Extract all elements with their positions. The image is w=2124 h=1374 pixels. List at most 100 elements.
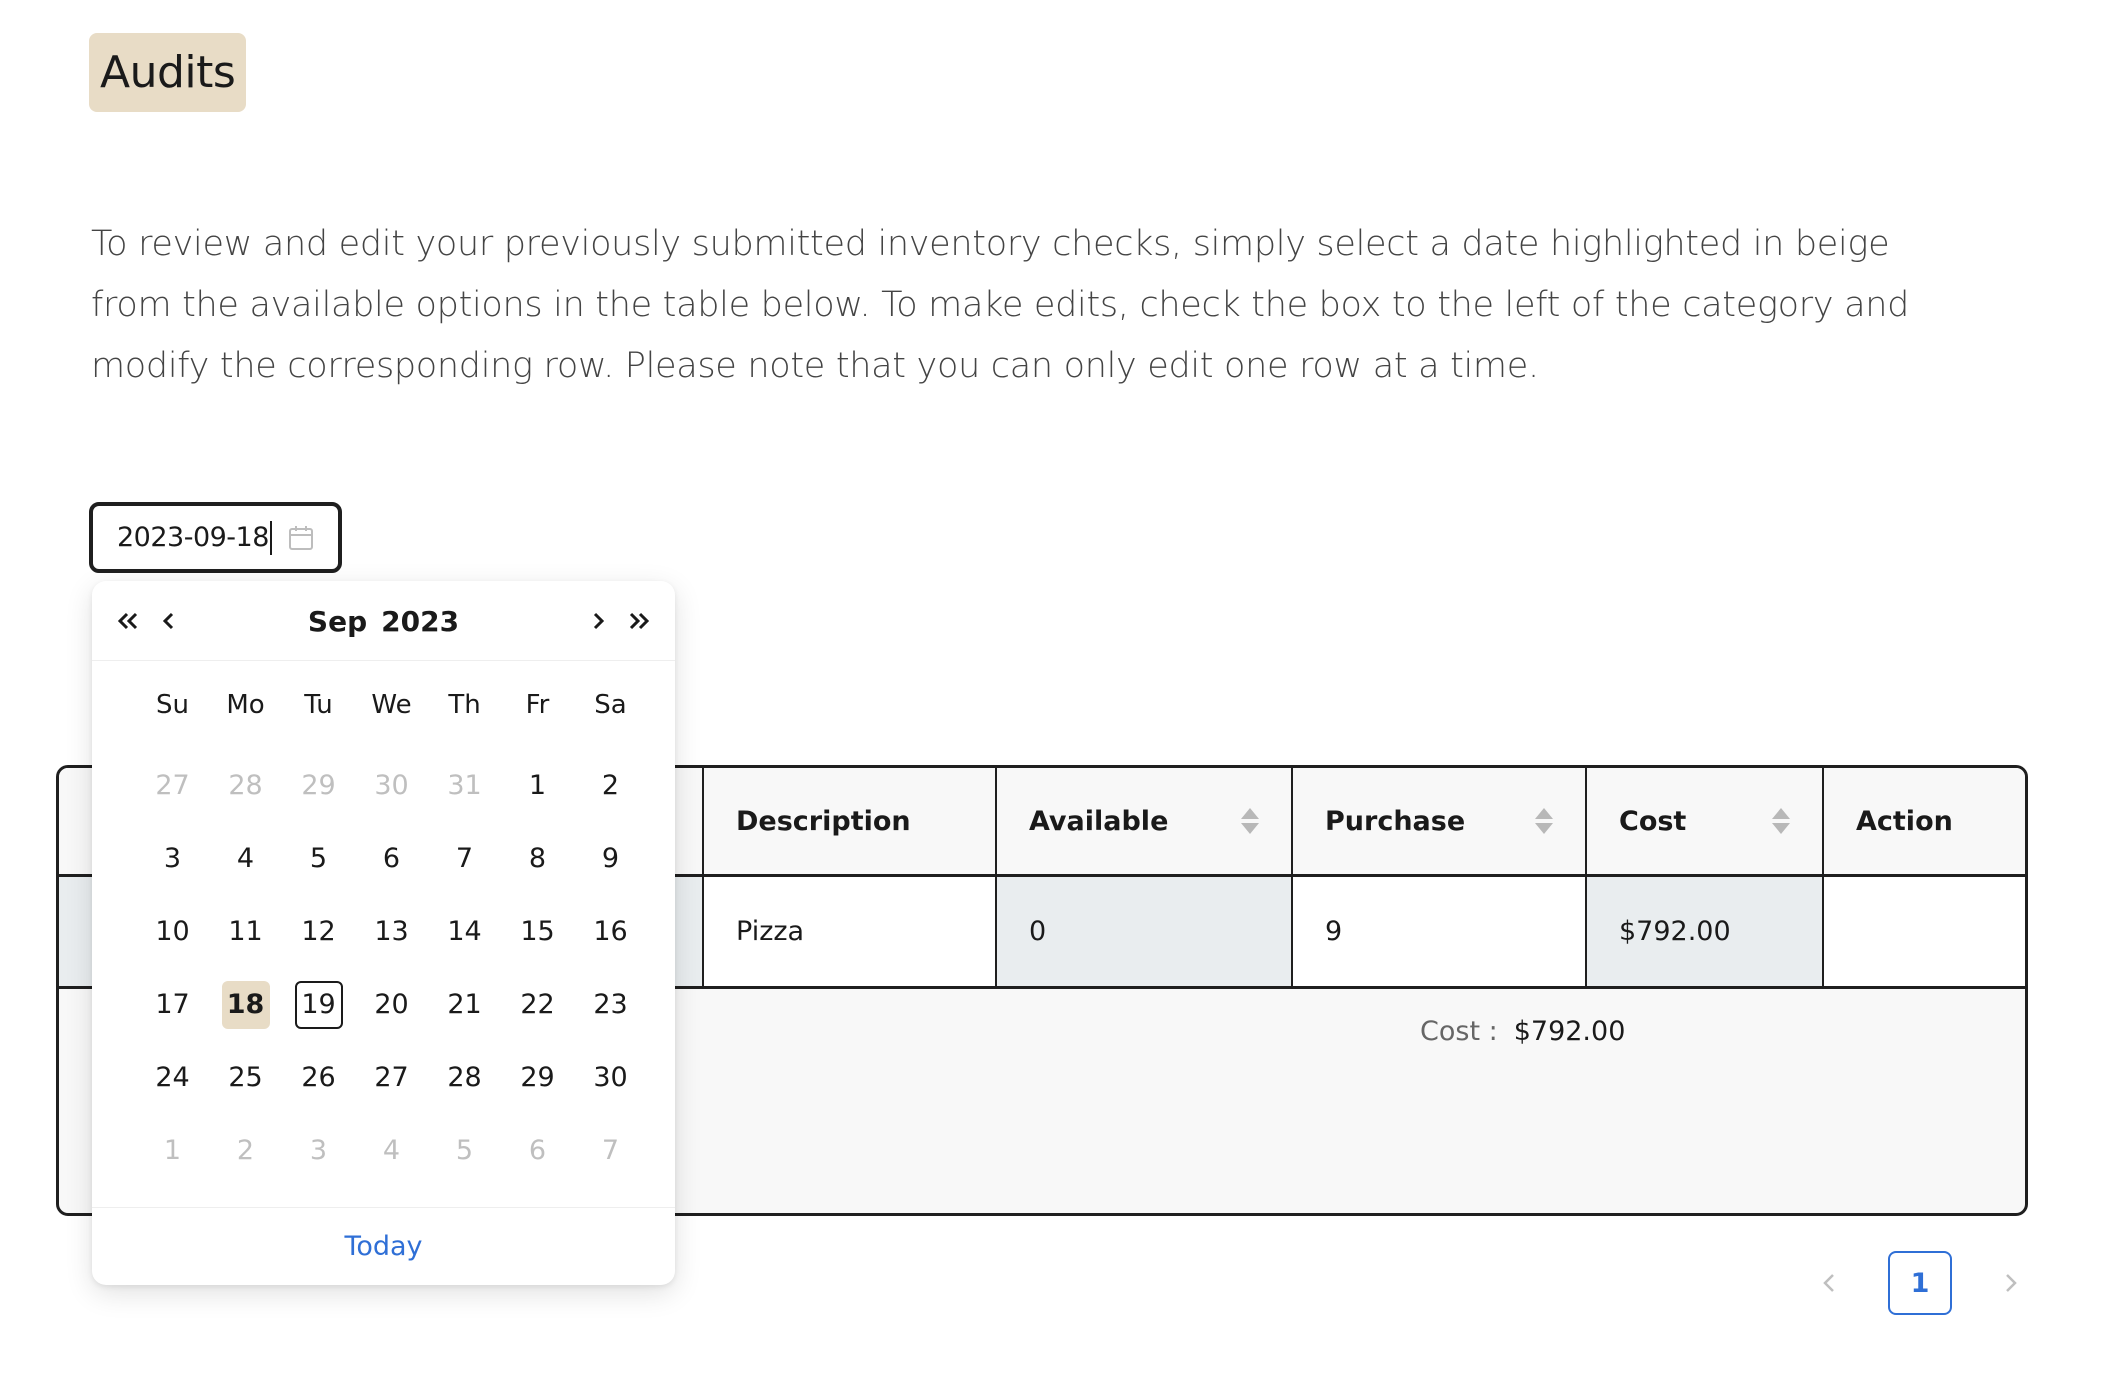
calendar-year[interactable]: 2023	[381, 605, 459, 638]
sort-icon[interactable]	[1241, 808, 1259, 834]
calendar-day-number: 23	[593, 989, 628, 1020]
header-label: Available	[1029, 805, 1169, 837]
weekday-label: We	[371, 690, 412, 720]
calendar-weekdays: Su Mo Tu We Th Fr Sa	[136, 685, 647, 725]
calendar-day[interactable]: 2	[574, 749, 647, 822]
calendar-day[interactable]: 13	[355, 895, 428, 968]
weekday-label: Fr	[525, 690, 550, 720]
calendar-day[interactable]: 27	[355, 1041, 428, 1114]
calendar-day[interactable]: 20	[355, 968, 428, 1041]
calendar-day-number: 21	[447, 989, 482, 1020]
calendar-day-number: 30	[593, 1062, 628, 1093]
calendar-day[interactable]: 26	[282, 1041, 355, 1114]
calendar-day-number: 16	[593, 916, 628, 947]
header-label: Purchase	[1325, 805, 1466, 837]
calendar-day[interactable]: 28	[428, 1041, 501, 1114]
header-action: Action	[1822, 768, 2025, 874]
calendar-day-number: 6	[382, 843, 401, 874]
calendar-day-number: 18	[221, 980, 270, 1029]
calendar-day[interactable]: 6	[501, 1114, 574, 1187]
pagination-page-current[interactable]: 1	[1888, 1251, 1952, 1315]
calendar-day[interactable]: 5	[428, 1114, 501, 1187]
calendar-day[interactable]: 16	[574, 895, 647, 968]
calendar-day[interactable]: 30	[574, 1041, 647, 1114]
calendar-day-number: 28	[447, 1062, 482, 1093]
header-available[interactable]: Available	[995, 768, 1291, 874]
calendar-day-number: 25	[228, 1062, 263, 1093]
calendar-day[interactable]: 7	[428, 822, 501, 895]
calendar-day[interactable]: 11	[209, 895, 282, 968]
calendar-day[interactable]: 22	[501, 968, 574, 1041]
calendar-day-number: 24	[155, 1062, 190, 1093]
calendar-icon[interactable]	[286, 523, 316, 553]
calendar-day-number: 20	[374, 989, 409, 1020]
pagination-prev-icon[interactable]	[1814, 1268, 1844, 1298]
calendar-day-selected[interactable]: 18	[209, 968, 282, 1041]
calendar-day[interactable]: 3	[282, 1114, 355, 1187]
calendar-day[interactable]: 23	[574, 968, 647, 1041]
calendar-day[interactable]: 29	[501, 1041, 574, 1114]
calendar-day[interactable]: 21	[428, 968, 501, 1041]
header-purchase[interactable]: Purchase	[1291, 768, 1585, 874]
sort-icon[interactable]	[1535, 808, 1553, 834]
weekday-label: Th	[448, 690, 481, 720]
header-cost[interactable]: Cost	[1585, 768, 1822, 874]
calendar-footer: Today	[92, 1207, 675, 1285]
date-input-value: 2023-09-18	[117, 522, 269, 553]
calendar-day[interactable]: 8	[501, 822, 574, 895]
calendar-day[interactable]: 4	[209, 822, 282, 895]
calendar-day[interactable]: 31	[428, 749, 501, 822]
calendar-day[interactable]: 3	[136, 822, 209, 895]
header-label: Cost	[1619, 805, 1687, 837]
calendar-day-number: 28	[228, 770, 263, 801]
calendar-day[interactable]: 12	[282, 895, 355, 968]
calendar-day-number: 26	[301, 1062, 336, 1093]
next-year-icon[interactable]	[621, 603, 657, 639]
calendar-day[interactable]: 25	[209, 1041, 282, 1114]
header-label: Action	[1856, 805, 1953, 837]
calendar-day-number: 7	[601, 1135, 620, 1166]
calendar-day[interactable]: 1	[501, 749, 574, 822]
calendar-day[interactable]: 14	[428, 895, 501, 968]
calendar-day[interactable]: 6	[355, 822, 428, 895]
today-link[interactable]: Today	[344, 1231, 422, 1262]
calendar-day-number: 29	[301, 770, 336, 801]
cell-action	[1822, 877, 2025, 986]
calendar-day[interactable]: 30	[355, 749, 428, 822]
calendar-day[interactable]: 9	[574, 822, 647, 895]
calendar-day[interactable]: 28	[209, 749, 282, 822]
calendar-day-number: 14	[447, 916, 482, 947]
calendar-day-number: 8	[528, 843, 547, 874]
calendar-day-number: 27	[374, 1062, 409, 1093]
calendar-day-number: 4	[382, 1135, 401, 1166]
calendar-day-number: 27	[155, 770, 190, 801]
calendar-day-number: 30	[374, 770, 409, 801]
pagination-next-icon[interactable]	[1996, 1268, 2026, 1298]
header-description[interactable]: Description	[702, 768, 995, 874]
calendar-day[interactable]: 4	[355, 1114, 428, 1187]
calendar-header: Sep 2023	[92, 581, 675, 661]
calendar-day[interactable]: 5	[282, 822, 355, 895]
sort-icon[interactable]	[1772, 808, 1790, 834]
calendar-day-number: 31	[447, 770, 482, 801]
calendar-day[interactable]: 15	[501, 895, 574, 968]
calendar-day[interactable]: 27	[136, 749, 209, 822]
cell-cost: $792.00	[1585, 877, 1822, 986]
cost-summary-amount: $792.00	[1513, 1016, 1626, 1047]
calendar-day[interactable]: 1	[136, 1114, 209, 1187]
date-picker-input[interactable]: 2023-09-18	[89, 502, 342, 573]
calendar-day-number: 4	[236, 843, 255, 874]
calendar-day-number: 9	[601, 843, 620, 874]
calendar-day[interactable]: 29	[282, 749, 355, 822]
calendar-day-today[interactable]: 19	[282, 968, 355, 1041]
calendar-day-number: 2	[236, 1135, 255, 1166]
next-month-icon[interactable]	[581, 603, 617, 639]
calendar-day-number: 5	[455, 1135, 474, 1166]
calendar-day-number: 2	[601, 770, 620, 801]
calendar-month[interactable]: Sep	[308, 605, 367, 638]
calendar-day[interactable]: 10	[136, 895, 209, 968]
calendar-day[interactable]: 7	[574, 1114, 647, 1187]
calendar-day[interactable]: 24	[136, 1041, 209, 1114]
calendar-day[interactable]: 2	[209, 1114, 282, 1187]
calendar-day[interactable]: 17	[136, 968, 209, 1041]
